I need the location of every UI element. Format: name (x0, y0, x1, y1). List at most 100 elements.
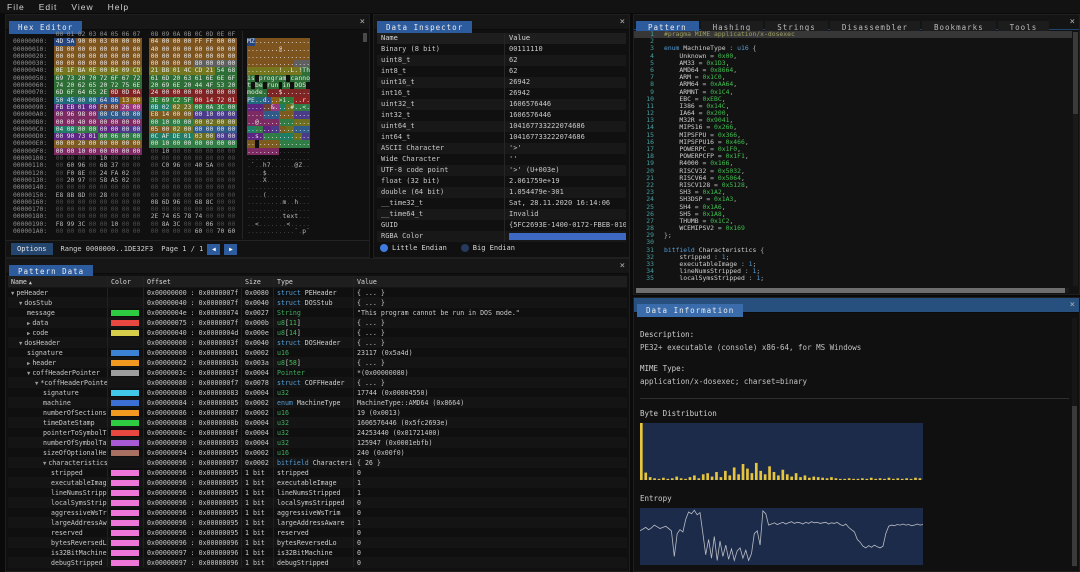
pattern-data-row[interactable]: largeAddressAware0x00000096 : 0x00000095… (8, 518, 627, 528)
close-icon[interactable]: × (620, 261, 625, 271)
pattern-data-row[interactable]: ▼peHeader0x00000000 : 0x0000007f0x0080st… (8, 288, 627, 298)
hex-row[interactable]: 00000150:E88B8D0028000000000000000000000… (6, 192, 369, 199)
inspector-row[interactable]: UTF-8 code point'>' (U+003e) (377, 165, 626, 176)
menu-item-edit[interactable]: Edit (32, 2, 65, 12)
pattern-data-row[interactable]: lineNumsStripped0x00000096 : 0x000000951… (8, 488, 627, 498)
close-icon[interactable]: × (620, 17, 625, 27)
hex-row[interactable]: 00000140:0000000000000000000000000000000… (6, 184, 369, 191)
hex-row[interactable]: 00000160:0000000000000000086D9600688C000… (6, 199, 369, 206)
close-icon[interactable]: × (1070, 300, 1075, 310)
inspector-row[interactable]: int32_t1606576446 (377, 110, 626, 121)
hex-row[interactable]: 000000B0:0000400000000000001000000002000… (6, 119, 369, 126)
inspector-row[interactable]: double (64 bit)1.054479e-301 (377, 187, 626, 198)
big-endian-radio[interactable] (461, 244, 469, 252)
pattern-data-titlebar[interactable]: Pattern Data × (6, 259, 629, 274)
hex-row[interactable]: 00000070:6D6F64652E0D0D0A240000000000000… (6, 89, 369, 96)
hex-row[interactable]: 000000F0:0000100000000000001000000000000… (6, 148, 369, 155)
pattern-data-row[interactable]: numberOfSymbolTabl0x00000090 : 0x0000009… (8, 438, 627, 448)
pattern-data-row[interactable]: debugStripped0x00000097 : 0x000000961 bi… (8, 558, 627, 568)
inspector-row[interactable]: uint8_t62 (377, 55, 626, 66)
close-icon[interactable]: × (360, 17, 365, 27)
hex-row[interactable]: 00000060:742062652072756E20696E20444F532… (6, 82, 369, 89)
hex-row[interactable]: 000000D0:00907301000600000CAFDE010300000… (6, 133, 369, 140)
inspector-row[interactable]: RGBA Color (377, 231, 626, 242)
pattern-data-row[interactable]: ▼dosHeader0x00000000 : 0x0000003f0x0040s… (8, 338, 627, 348)
pattern-data-row[interactable]: ▶data0x00000075 : 0x0000007f0x000bu8[11]… (8, 318, 627, 328)
pattern-data-row[interactable]: ▼coffHeaderPointer0x0000003c : 0x0000003… (8, 368, 627, 378)
pattern-data-row[interactable]: reserved0x00000096 : 0x000000951 bitrese… (8, 528, 627, 538)
pattern-data-row[interactable]: machine0x00000084 : 0x000000850x0002enum… (8, 398, 627, 408)
hex-row[interactable]: 00000130:0020970058A50200000000000000000… (6, 177, 369, 184)
pattern-data-row[interactable]: localSymsStripped0x00000096 : 0x00000095… (8, 498, 627, 508)
hex-row[interactable]: 00000170:0000000000000000000000000000000… (6, 206, 369, 213)
data-inspector-titlebar[interactable]: Data Inspector × (374, 15, 629, 30)
hex-row[interactable]: 00000040:0E1FBA0E00B409CD21B8014CCD21546… (6, 67, 369, 74)
hex-row[interactable]: 000000C0:0400000000000000050002000000000… (6, 126, 369, 133)
pattern-data-row[interactable]: ▼dosStub0x00000040 : 0x0000007f0x0040str… (8, 298, 627, 308)
inspector-row[interactable]: __time64_tInvalid (377, 209, 626, 220)
hex-row[interactable]: 000001A0:0000000000000000000000006000706… (6, 228, 369, 235)
menu-item-view[interactable]: View (64, 2, 100, 12)
pattern-vscrollbar[interactable] (1073, 32, 1078, 286)
pattern-data-row[interactable]: executableImage0x00000096 : 0x000000951 … (8, 478, 627, 488)
menu-item-file[interactable]: File (0, 2, 32, 12)
hex-row[interactable]: 00000100:0000000010000000000000000000000… (6, 155, 369, 162)
pattern-data-row[interactable]: stripped0x00000096 : 0x000000951 bitstri… (8, 468, 627, 478)
pattern-data-row[interactable]: signature0x00000000 : 0x000000010x0002u1… (8, 348, 627, 358)
hex-row[interactable]: 00000030:0000000000000000000000008000000… (6, 60, 369, 67)
close-icon[interactable]: × (1070, 17, 1075, 27)
pattern-data-row[interactable]: message0x0000004e : 0x000000740x0027Stri… (8, 308, 627, 318)
inspector-row[interactable]: GUID{5FC2693E-1400-0172-FBEB-0100F0 (377, 220, 626, 231)
inspector-row[interactable]: uint64_t104167733222074686 (377, 121, 626, 132)
hex-row[interactable]: 00000090:FBEB0100F00026000B020223000A3C0… (6, 104, 369, 111)
next-page-button[interactable]: ▶ (224, 244, 237, 255)
hex-row[interactable]: 00000110:006096006837000000C09600405A000… (6, 162, 369, 169)
inspector-row[interactable]: int64_t104167733222074686 (377, 132, 626, 143)
options-button[interactable]: Options (11, 243, 53, 255)
code-line[interactable]: 28 WCEMIPSV2 = 0x169 (634, 225, 1072, 232)
hex-row[interactable]: 00000180:00000000000000002E7465787400000… (6, 213, 369, 220)
inspector-row[interactable]: uint32_t1606576446 (377, 99, 626, 110)
menu-item-help[interactable]: Help (101, 2, 136, 12)
pattern-data-row[interactable]: pointerToSymbolTab0x0000008c : 0x0000008… (8, 428, 627, 438)
inspector-row[interactable]: ASCII Character'>' (377, 143, 626, 154)
hex-row[interactable]: 00000190:F8993C0000100000008A3C000006000… (6, 221, 369, 228)
code-line[interactable]: 1#pragma MIME application/x-dosexec (634, 31, 1072, 38)
hex-grid[interactable]: 000102030405060708090A0B0C0D0E0F00000000… (6, 31, 369, 239)
hex-row[interactable]: 000000E0:0000200000000000001000000000000… (6, 140, 369, 147)
pattern-code-editor[interactable]: 1#pragma MIME application/x-dosexec23enu… (634, 31, 1072, 286)
hex-row[interactable]: 00000000:4D5A90000300000004000000FFFF000… (6, 38, 369, 45)
inspector-row[interactable]: float (32 bit)2.061759e+19 (377, 176, 626, 187)
pattern-data-header[interactable]: Name▲ColorOffsetSizeTypeValue (8, 276, 627, 288)
pattern-data-row[interactable]: ▶code0x00000040 : 0x0000004d0x000eu8[14]… (8, 328, 627, 338)
hex-row[interactable]: 00000050:69732070726F6772616D2063616E6E6… (6, 75, 369, 82)
code-line[interactable]: 29}; (634, 232, 1072, 239)
pattern-data-row[interactable]: signature0x00000080 : 0x000000830x0004u3… (8, 388, 627, 398)
hex-row[interactable]: 00000020:0000000000000000000000000000000… (6, 53, 369, 60)
code-line[interactable]: 35 localSymsStripped : 1; (634, 275, 1072, 282)
hex-row[interactable]: 00000120:00F08E0024FA0200000000000000000… (6, 170, 369, 177)
pattern-data-row[interactable]: ▶header0x00000002 : 0x0000003b0x003au8[5… (8, 358, 627, 368)
inspector-row[interactable]: Binary (8 bit)00111110 (377, 44, 626, 55)
pattern-hscrollbar[interactable] (636, 288, 1069, 293)
hex-row[interactable]: 00000010:B800000000000000400000000000000… (6, 46, 369, 53)
pattern-data-row[interactable]: sizeOfOptionalHead0x00000094 : 0x0000009… (8, 448, 627, 458)
pattern-data-row[interactable]: ▼characteristics0x00000096 : 0x000000970… (8, 458, 627, 468)
pattern-data-row[interactable]: ▼*coffHeaderPointer0x00000080 : 0x000000… (8, 378, 627, 388)
hex-row[interactable]: 00000080:50450000648613003E69C25F0014720… (6, 97, 369, 104)
prev-page-button[interactable]: ◀ (207, 244, 220, 255)
inspector-row[interactable]: int16_t26942 (377, 88, 626, 99)
hex-row[interactable]: 000000A0:0096980000C80000E81400000010000… (6, 111, 369, 118)
inspector-row[interactable]: __time32_tSat, 28.11.2020 16:14:06 (377, 198, 626, 209)
pattern-data-row[interactable]: bytesReversedLo0x00000096 : 0x000000961 … (8, 538, 627, 548)
data-information-tab[interactable]: Data Information (637, 304, 743, 317)
info-scrollbar[interactable] (1072, 318, 1077, 567)
hex-scrollbar[interactable] (363, 33, 367, 42)
inspector-row[interactable]: uint16_t26942 (377, 77, 626, 88)
little-endian-radio[interactable] (380, 244, 388, 252)
inspector-row[interactable]: Wide Character'' (377, 154, 626, 165)
pattern-data-row[interactable]: timeDateStamp0x00000088 : 0x0000008b0x00… (8, 418, 627, 428)
inspector-row[interactable]: int8_t62 (377, 66, 626, 77)
data-information-titlebar[interactable]: Data Information × (634, 298, 1079, 313)
pattern-data-row[interactable]: numberOfSections0x00000086 : 0x000000870… (8, 408, 627, 418)
